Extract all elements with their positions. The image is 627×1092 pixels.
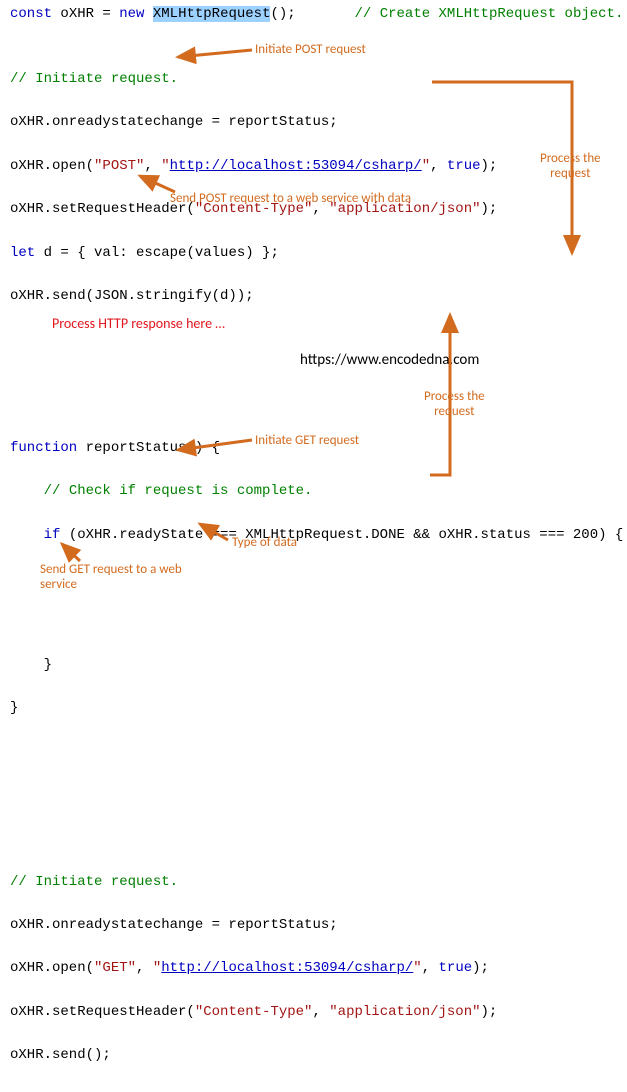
annotation-process-request-top: Process the request: [540, 152, 601, 182]
code-line: oXHR.open("GET", "http://localhost:53094…: [10, 958, 617, 980]
keyword-const: const: [10, 6, 52, 22]
code-line: oXHR.onreadystatechange = reportStatus;: [10, 915, 617, 937]
code-line: // Check if request is complete.: [10, 481, 617, 503]
code-line: }: [10, 655, 617, 677]
code-editor: const oXHR = new XMLHttpRequest(); // Cr…: [0, 0, 627, 1092]
annotation-send-post: Send POST request to a web service with …: [170, 192, 411, 207]
url-link[interactable]: http://localhost:53094/csharp/: [170, 158, 422, 174]
code-line: // Initiate request.: [10, 69, 617, 91]
code-line: let d = { val: escape(values) };: [10, 243, 617, 265]
code-line: oXHR.send();: [10, 1045, 617, 1067]
annotation-initiate-get: Initiate GET request: [255, 434, 359, 449]
annotation-site-url: https://www.encodedna.com: [300, 352, 479, 369]
code-line: }: [10, 698, 617, 720]
string: "POST": [94, 158, 144, 174]
annotation-process-http: Process HTTP response here …: [52, 316, 225, 332]
selection-xmlhttprequest: XMLHttpRequest: [153, 6, 271, 22]
code-line: // Initiate request.: [10, 872, 617, 894]
annotation-send-get: Send GET request to a web service: [40, 563, 182, 593]
code-line: oXHR.setRequestHeader("Content-Type", "a…: [10, 1002, 617, 1024]
url-link[interactable]: http://localhost:53094/csharp/: [161, 960, 413, 976]
annotation-initiate-post: Initiate POST request: [255, 43, 366, 58]
comment: // Initiate request.: [10, 71, 178, 87]
annotation-type-of-data: Type of data: [232, 536, 297, 551]
code-line: oXHR.send(JSON.stringify(d));: [10, 286, 617, 308]
code-line: if (oXHR.readyState === XMLHttpRequest.D…: [10, 525, 617, 547]
keyword-new: new: [119, 6, 144, 22]
code-line: oXHR.onreadystatechange = reportStatus;: [10, 112, 617, 134]
code-line: const oXHR = new XMLHttpRequest(); // Cr…: [10, 4, 617, 26]
annotation-process-request-bottom: Process the request: [424, 390, 485, 420]
code-line: oXHR.open("POST", "http://localhost:5309…: [10, 156, 617, 178]
comment: // Create XMLHttpRequest object.: [355, 6, 624, 22]
